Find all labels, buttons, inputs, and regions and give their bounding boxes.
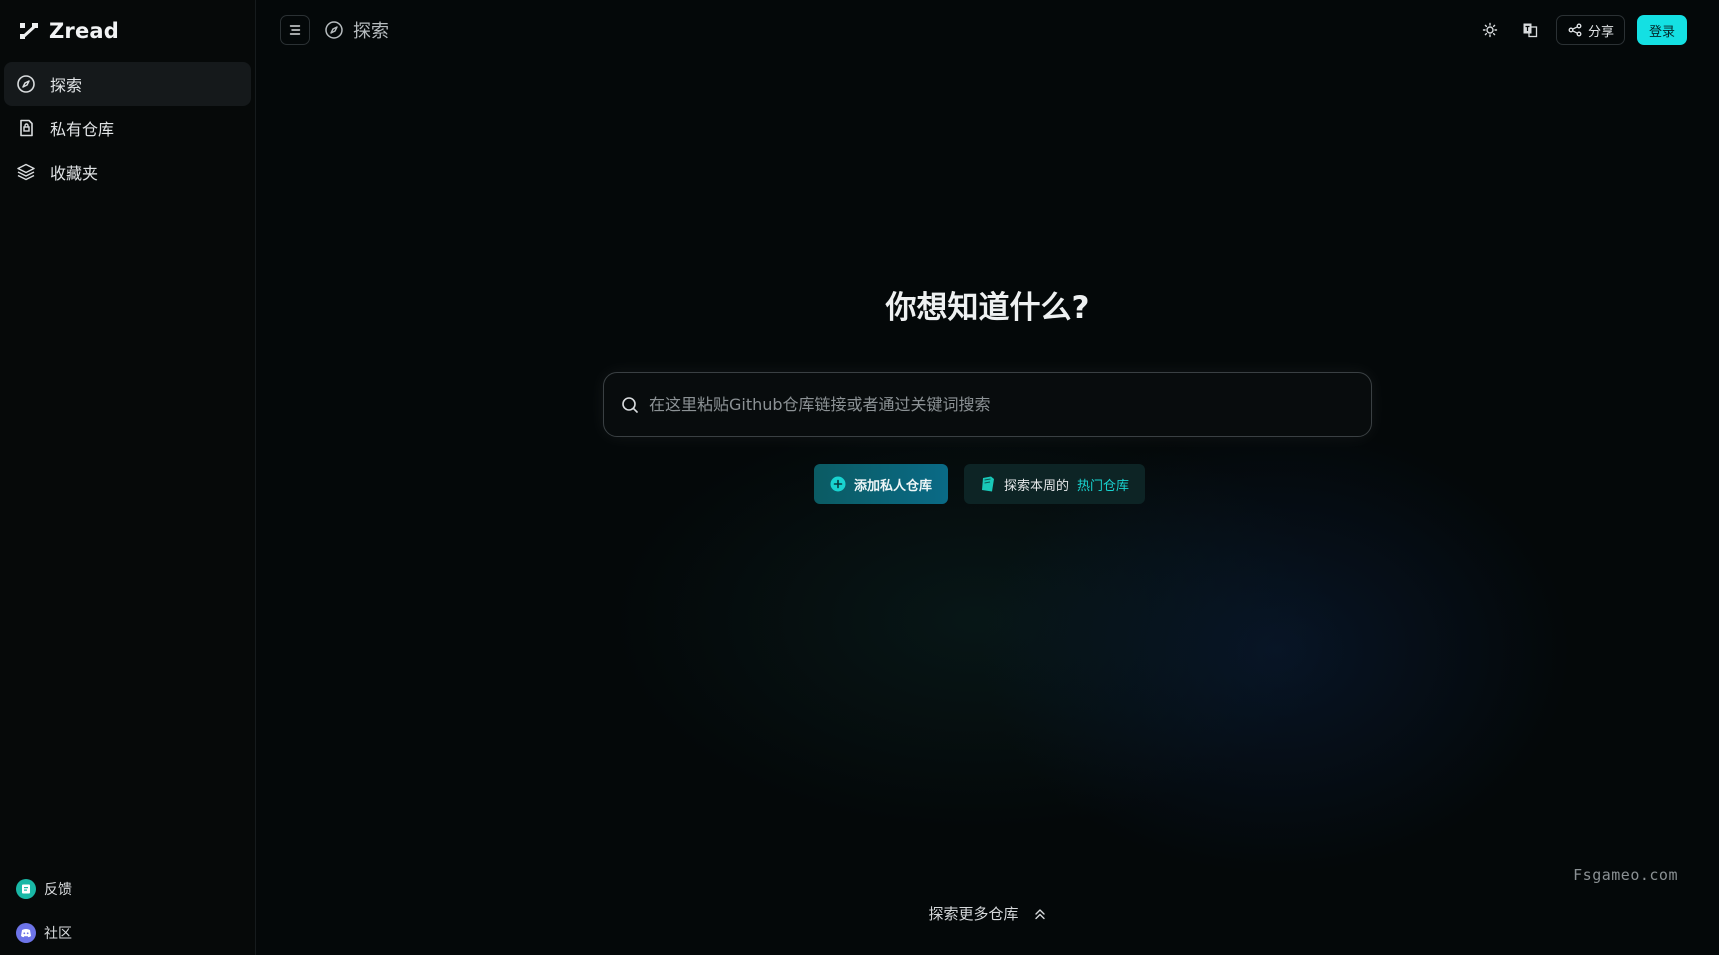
topbar-left: 探索	[280, 15, 389, 45]
search-box[interactable]	[603, 372, 1372, 437]
share-icon	[1568, 23, 1582, 37]
sidebar-nav: 探索 私有仓库 收藏夹	[4, 62, 251, 194]
feedback-icon	[16, 879, 36, 899]
feedback-link[interactable]: 反馈	[4, 867, 251, 911]
toggle-sidebar-button[interactable]	[280, 15, 310, 45]
sidebar-item-private-repos[interactable]: 私有仓库	[4, 106, 251, 150]
search-icon	[622, 396, 638, 413]
breadcrumb: 探索	[324, 17, 389, 43]
add-private-repo-label: 添加私人仓库	[854, 478, 933, 494]
layers-icon	[17, 163, 35, 181]
discord-icon	[16, 923, 36, 943]
theme-toggle-button[interactable]	[1476, 16, 1504, 44]
community-link[interactable]: 社区	[4, 911, 251, 955]
brand-name: Zread	[49, 19, 120, 43]
sidebar-item-explore[interactable]: 探索	[4, 62, 251, 106]
login-button[interactable]: 登录	[1636, 15, 1687, 45]
hero-actions: 添加私人仓库 探索本周的 热门仓库	[814, 464, 1146, 504]
explore-more-repos[interactable]: 探索更多仓库	[256, 903, 1719, 924]
topbar-right: 分享 登录	[1476, 15, 1687, 45]
share-label: 分享	[1587, 24, 1614, 40]
main-content: 探索 分享 登录 你想知道什么? 在这里粘贴Github仓库链接或者通过关键词搜…	[256, 0, 1719, 955]
sidebar-item-label: 私有仓库	[50, 120, 115, 139]
compass-icon	[17, 75, 35, 93]
zread-logo-icon	[20, 23, 38, 39]
sun-icon	[1482, 22, 1498, 38]
add-private-repo-button[interactable]: 添加私人仓库	[814, 464, 949, 504]
language-toggle-button[interactable]	[1516, 16, 1544, 44]
hero-title: 你想知道什么?	[885, 290, 1090, 326]
chevrons-up-icon	[1034, 908, 1045, 919]
brand[interactable]: Zread	[4, 0, 251, 62]
menu-icon	[289, 25, 301, 35]
explore-trending-button[interactable]: 探索本周的 热门仓库	[964, 464, 1146, 504]
private-repo-icon	[20, 119, 33, 137]
translate-icon	[1523, 23, 1538, 38]
explore-prefix: 探索本周的	[1004, 478, 1070, 494]
plus-circle-icon	[830, 476, 846, 492]
search-input[interactable]	[649, 395, 1371, 414]
explore-more-label: 探索更多仓库	[928, 905, 1019, 923]
sidebar-bottom: 反馈 社区	[4, 867, 251, 955]
watermark: Fsgameo.com	[1573, 866, 1678, 884]
explore-highlight: 热门仓库	[1077, 478, 1130, 494]
community-label: 社区	[44, 926, 72, 942]
compass-icon	[325, 21, 343, 39]
topbar: 探索 分享 登录	[256, 0, 1719, 60]
sidebar-item-label: 收藏夹	[50, 164, 99, 183]
app-root: Zread 探索 私有仓库 收藏夹 反馈 社区 探索 分享 登录 你想知道什么?…	[0, 0, 1719, 955]
sidebar: Zread 探索 私有仓库 收藏夹 反馈 社区	[0, 0, 256, 955]
sidebar-item-favorites[interactable]: 收藏夹	[4, 150, 251, 194]
breadcrumb-label: 探索	[353, 21, 389, 42]
sidebar-item-label: 探索	[50, 76, 83, 95]
book-icon	[982, 476, 995, 492]
feedback-label: 反馈	[44, 882, 72, 898]
share-button[interactable]: 分享	[1555, 15, 1625, 45]
